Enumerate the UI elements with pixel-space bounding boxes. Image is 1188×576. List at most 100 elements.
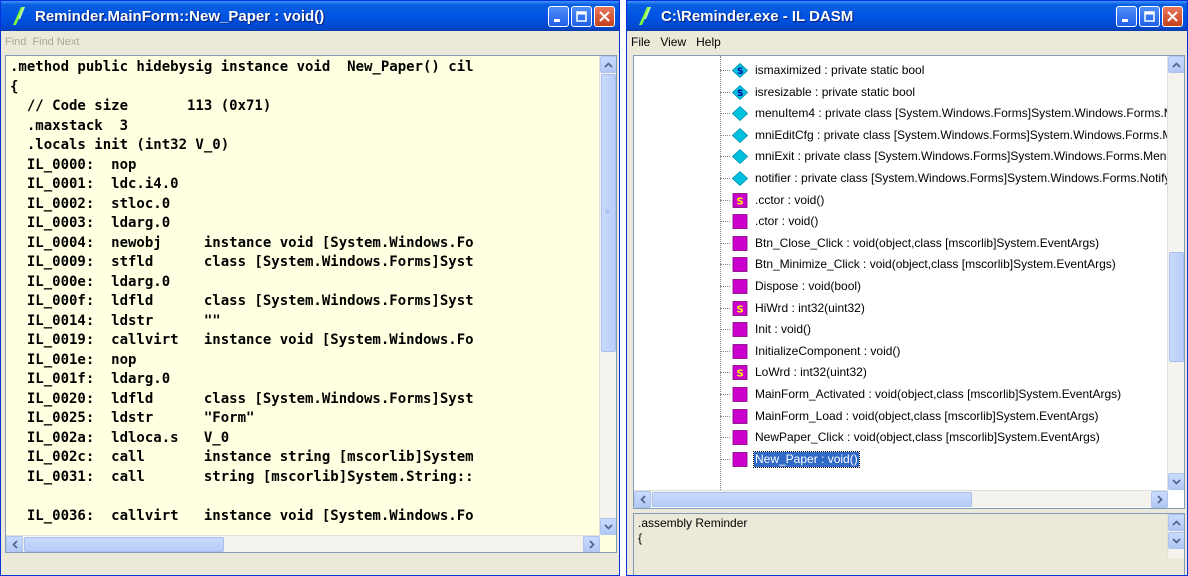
- tree-item-label: NewPaper_Click : void(object,class [msco…: [755, 430, 1100, 445]
- chevron-up-icon: [1172, 519, 1181, 526]
- tree-item-label: LoWrd : int32(uint32): [755, 365, 867, 380]
- ildasm-app-icon: [13, 7, 25, 25]
- field-icon: [732, 106, 748, 122]
- tree-item[interactable]: menuItem4 : private class [System.Window…: [634, 103, 1168, 124]
- ildasm-window-titlebar[interactable]: C:\Reminder.exe - IL DASM: [627, 1, 1187, 31]
- scroll-up-button[interactable]: [600, 56, 616, 73]
- code-line: IL_002a: ldloca.s V_0: [10, 429, 230, 446]
- tree-connector: [720, 458, 730, 460]
- scroll-left-button[interactable]: [634, 491, 651, 508]
- tree-item[interactable]: Btn_Close_Click : void(object,class [msc…: [634, 233, 1168, 254]
- code-line: IL_0004: newobj instance void [System.Wi…: [10, 234, 474, 251]
- field-icon: [732, 171, 748, 186]
- tree-item[interactable]: Dispose : void(bool): [634, 276, 1168, 297]
- code-line: IL_0019: callvirt instance void [System.…: [10, 332, 474, 348]
- tree-item[interactable]: .ctor : void(): [634, 211, 1168, 232]
- close-icon: [1167, 10, 1178, 22]
- tree-item-label: mniExit : private class [System.Windows.…: [755, 149, 1168, 164]
- find-next-button[interactable]: Find Next: [32, 36, 79, 48]
- chevron-down-icon: [1172, 537, 1181, 544]
- tree-connector: [720, 91, 730, 93]
- code-line: IL_002c: call instance string [mscorlib]…: [10, 449, 474, 465]
- chevron-down-icon: [604, 523, 613, 530]
- static-field-icon: S: [732, 84, 748, 100]
- static-method-icon: S: [732, 365, 748, 381]
- tree-item[interactable]: S LoWrd : int32(uint32): [634, 362, 1168, 383]
- scroll-right-button[interactable]: [1151, 491, 1168, 508]
- code-horizontal-scroll-thumb[interactable]: [24, 537, 224, 552]
- tree-item[interactable]: Init : void(): [634, 319, 1168, 340]
- method-window-titlebar[interactable]: Reminder.MainForm::New_Paper : void(): [1, 1, 619, 31]
- svg-text:S: S: [737, 89, 743, 99]
- close-button[interactable]: [1162, 5, 1183, 27]
- method-window-title: Reminder.MainForm::New_Paper : void(): [35, 7, 325, 25]
- method-icon: [732, 430, 748, 446]
- maximize-icon: [576, 10, 587, 22]
- minimize-button[interactable]: [548, 5, 569, 27]
- menu-help[interactable]: Help: [696, 35, 721, 49]
- tree-item-label: MainForm_Activated : void(object,class […: [755, 387, 1122, 401]
- tree-vertical-scroll-thumb[interactable]: [1169, 252, 1184, 362]
- member-tree-pane[interactable]: Sismaximized : private static bool Sisres…: [633, 55, 1185, 509]
- tree-connector: [720, 242, 730, 244]
- scroll-down-button[interactable]: [600, 518, 616, 535]
- code-line: IL_0001: ldc.i4.0: [10, 176, 179, 192]
- tree-connector: [720, 156, 730, 158]
- tree-connector: [720, 134, 730, 136]
- assembly-info-pane[interactable]: .assembly Reminder{: [633, 513, 1185, 575]
- il-code-pane[interactable]: .method public hidebysig instance void N…: [5, 55, 617, 553]
- scroll-down-button[interactable]: [1168, 532, 1184, 549]
- maximize-button[interactable]: [1139, 5, 1160, 27]
- code-vertical-scrollbar[interactable]: ≡: [599, 56, 616, 535]
- tree-item[interactable]: S HiWrd : int32(uint32): [634, 298, 1168, 319]
- tree-connector: [720, 415, 730, 417]
- close-icon: [599, 10, 610, 22]
- find-button[interactable]: Find: [5, 36, 26, 48]
- menu-view[interactable]: View: [660, 35, 686, 49]
- tree-item[interactable]: notifier : private class [System.Windows…: [634, 168, 1168, 189]
- tree-item[interactable]: mniExit : private class [System.Windows.…: [634, 146, 1168, 167]
- tree-item[interactable]: Btn_Minimize_Click : void(object,class […: [634, 254, 1168, 275]
- info-vertical-scrollbar[interactable]: [1167, 514, 1184, 558]
- tree-connector: [720, 372, 730, 374]
- menu-bar: File View Help: [627, 31, 1187, 53]
- il-code-listing[interactable]: .method public hidebysig instance void N…: [6, 56, 600, 552]
- tree-item[interactable]: MainForm_Load : void(object,class [mscor…: [634, 406, 1168, 427]
- chevron-left-icon: [11, 540, 18, 549]
- method-icon: [732, 322, 748, 338]
- minimize-button[interactable]: [1116, 5, 1137, 27]
- tree-horizontal-scroll-thumb[interactable]: [652, 492, 972, 507]
- tree-item[interactable]: MainForm_Activated : void(object,class […: [634, 384, 1168, 405]
- tree-item[interactable]: Sisresizable : private static bool: [634, 82, 1168, 103]
- tree-item-label: isresizable : private static bool: [755, 84, 916, 99]
- scroll-up-button[interactable]: [1168, 56, 1184, 73]
- code-line: IL_0020: ldfld class [System.Windows.For…: [10, 390, 474, 407]
- tree-item[interactable]: S .cctor : void(): [634, 190, 1168, 211]
- tree-connector: [720, 307, 730, 309]
- tree-horizontal-scrollbar[interactable]: [634, 490, 1168, 508]
- tree-item[interactable]: InitializeComponent : void(): [634, 341, 1168, 362]
- close-button[interactable]: [594, 5, 615, 27]
- scroll-down-button[interactable]: [1168, 473, 1184, 490]
- code-vertical-scroll-thumb[interactable]: ≡: [601, 74, 616, 352]
- ildasm-window: C:\Reminder.exe - IL DASM File View Help…: [626, 0, 1188, 576]
- code-horizontal-scrollbar[interactable]: [6, 535, 600, 552]
- tree-item[interactable]: Sismaximized : private static bool: [634, 60, 1168, 81]
- scroll-left-button[interactable]: [6, 536, 23, 552]
- scroll-right-button[interactable]: [583, 536, 600, 552]
- menu-file[interactable]: File: [631, 35, 650, 49]
- tree-item-label: menuItem4 : private class [System.Window…: [755, 106, 1168, 121]
- scroll-up-button[interactable]: [1168, 514, 1184, 531]
- chevron-up-icon: [1172, 61, 1181, 68]
- tree-connector: [720, 178, 730, 179]
- code-line: IL_0000: nop: [10, 156, 137, 173]
- code-line: IL_001e: nop: [10, 351, 137, 368]
- method-icon: [732, 387, 748, 402]
- tree-vertical-scrollbar[interactable]: [1167, 56, 1184, 490]
- tree-item[interactable]: mniEditCfg : private class [System.Windo…: [634, 125, 1168, 146]
- tree-item[interactable]: New_Paper : void(): [634, 449, 1168, 470]
- maximize-button[interactable]: [571, 5, 592, 27]
- tree-item[interactable]: NewPaper_Click : void(object,class [msco…: [634, 427, 1168, 448]
- member-tree[interactable]: Sismaximized : private static bool Sisres…: [634, 56, 1168, 490]
